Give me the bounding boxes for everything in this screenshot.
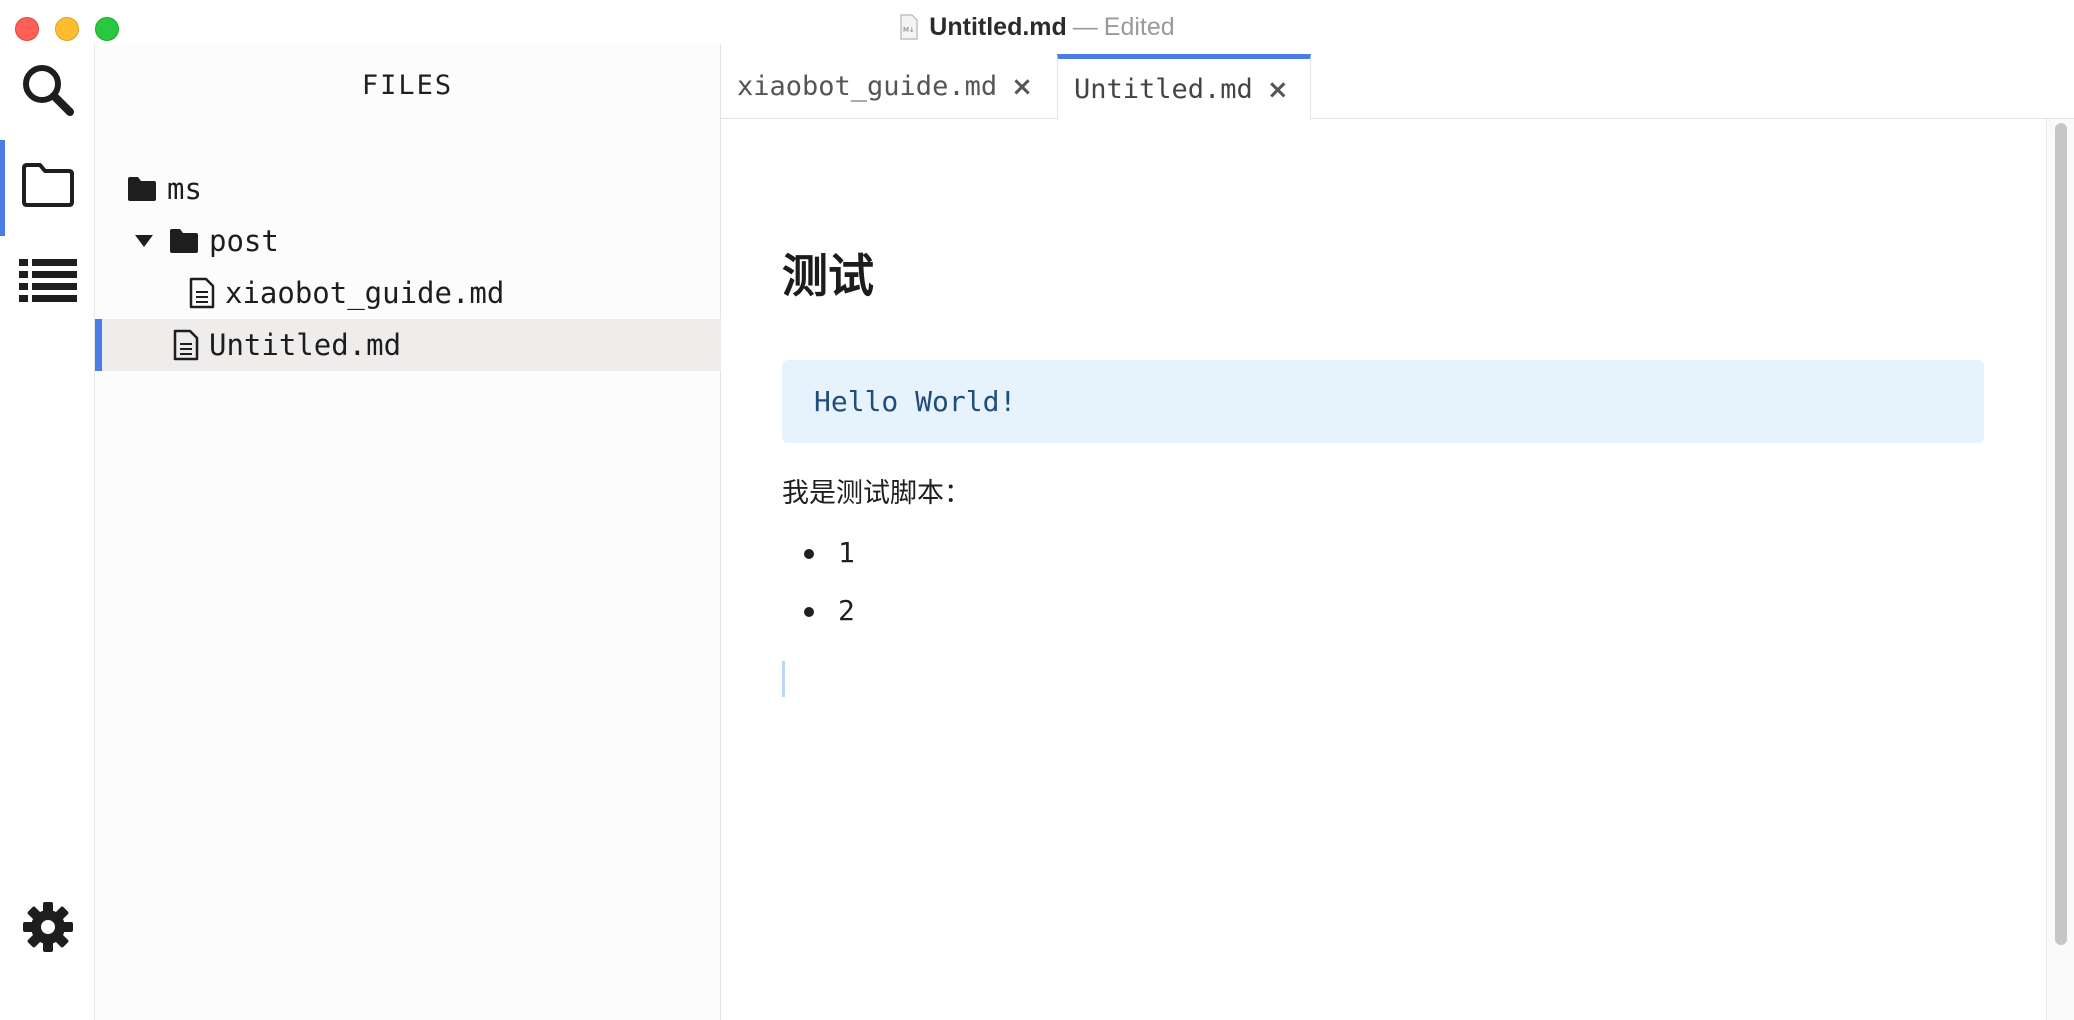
- tab-label: xiaobot_guide.md: [737, 71, 998, 102]
- gear-icon: [22, 902, 73, 952]
- app-window: M↓ Untitled.md — Edited FILES ms post xi…: [0, 0, 2074, 1020]
- file-explorer: FILES ms post xiaobot_guide.md Untitled.…: [95, 44, 721, 1020]
- tab-untitled[interactable]: Untitled.md ×: [1057, 54, 1311, 120]
- chevron-down-icon[interactable]: [133, 234, 155, 248]
- files-button[interactable]: [0, 140, 95, 236]
- vertical-scrollbar[interactable]: [2046, 119, 2074, 1020]
- tree-item-label: ms: [167, 172, 202, 206]
- code-text: Hello World!: [814, 385, 1017, 418]
- folder-icon: [21, 163, 74, 207]
- paragraph: 我是测试脚本：: [782, 478, 971, 509]
- tab-label: Untitled.md: [1074, 74, 1253, 105]
- close-tab-icon[interactable]: ×: [1267, 77, 1289, 103]
- search-button[interactable]: [0, 45, 95, 135]
- list-item: 2: [782, 589, 855, 647]
- window-title-status: Edited: [1103, 13, 1175, 41]
- file-text-icon: [173, 329, 199, 361]
- tree-item-label: post: [209, 224, 279, 258]
- folder-icon: [127, 176, 157, 202]
- search-icon: [22, 65, 74, 116]
- tree-item-file-xiaobot-guide[interactable]: xiaobot_guide.md: [95, 267, 721, 319]
- activity-bar: [0, 44, 95, 1020]
- bullet-list: 1 2: [782, 531, 855, 647]
- window-title-name: Untitled.md: [929, 13, 1067, 41]
- list-icon: [18, 259, 77, 302]
- folder-icon: [169, 228, 199, 254]
- tree-item-folder-post[interactable]: post: [95, 215, 721, 267]
- editor-area: xiaobot_guide.md × Untitled.md × 测试 Hell…: [721, 44, 2074, 1020]
- tab-bar: xiaobot_guide.md × Untitled.md ×: [721, 44, 2074, 120]
- tree-item-label: xiaobot_guide.md: [225, 276, 505, 310]
- heading-1: 测试: [782, 249, 874, 303]
- tree-item-file-untitled[interactable]: Untitled.md: [95, 319, 721, 371]
- list-item: 1: [782, 531, 855, 589]
- code-block[interactable]: Hello World!: [782, 360, 1984, 443]
- scrollbar-thumb[interactable]: [2055, 123, 2067, 945]
- close-tab-icon[interactable]: ×: [1011, 74, 1033, 100]
- tab-xiaobot-guide[interactable]: xiaobot_guide.md ×: [721, 54, 1057, 119]
- settings-button[interactable]: [0, 882, 95, 972]
- tree-item-folder-ms[interactable]: ms: [95, 163, 721, 215]
- file-text-icon: [189, 277, 215, 309]
- sidebar-title: FILES: [361, 70, 454, 101]
- markdown-doc-icon: M↓: [900, 14, 918, 40]
- window-title-separator: —: [1072, 13, 1098, 41]
- text-cursor: [782, 661, 785, 697]
- outline-button[interactable]: [0, 236, 95, 326]
- svg-text:M↓: M↓: [903, 26, 915, 34]
- tree-item-label: Untitled.md: [209, 328, 402, 362]
- file-tree: ms post xiaobot_guide.md Untitled.md: [95, 163, 721, 371]
- window-title: M↓ Untitled.md — Edited: [0, 10, 2074, 44]
